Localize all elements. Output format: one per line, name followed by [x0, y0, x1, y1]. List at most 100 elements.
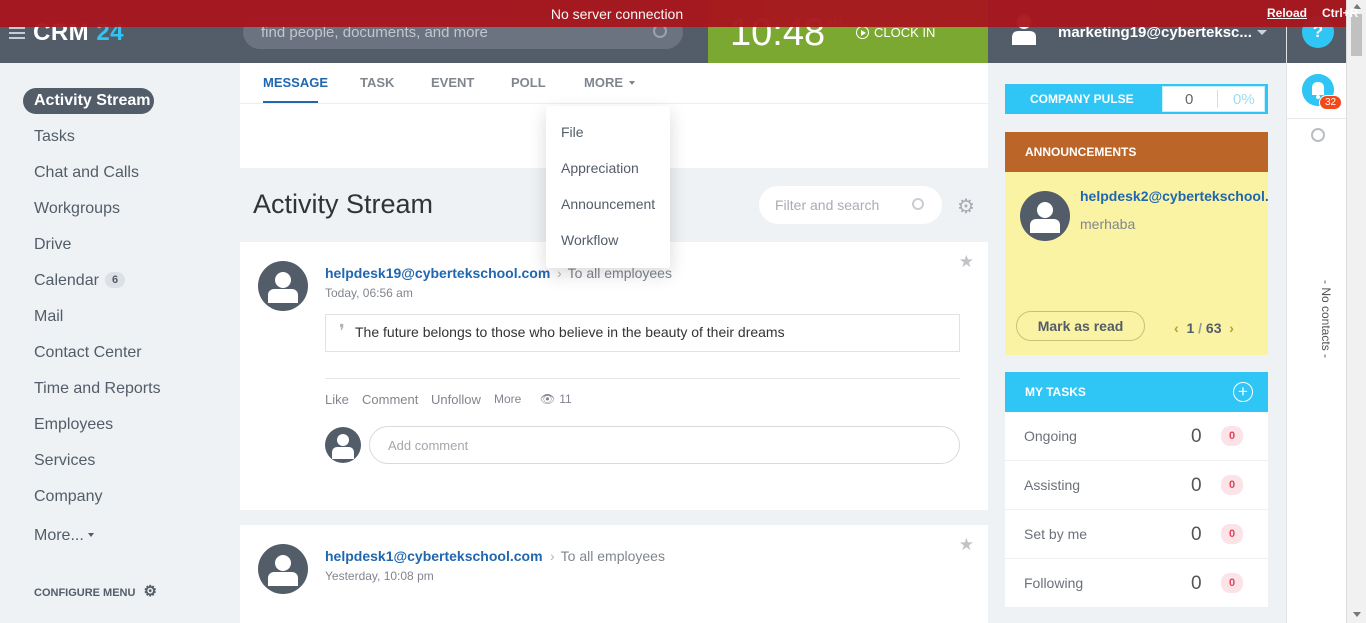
sidebar-item-calendar[interactable]: Calendar 6 — [0, 263, 240, 299]
feed-post: helpdesk1@cybertekschool.com › To all emp… — [240, 525, 988, 623]
task-row-set-by-me[interactable]: Set by me 0 0 — [1005, 510, 1268, 559]
sidebar-item-workgroups[interactable]: Workgroups — [0, 191, 240, 227]
task-label: Set by me — [1024, 526, 1088, 542]
menu-item-file[interactable]: File — [561, 124, 584, 140]
sidebar-item-contact-center[interactable]: Contact Center — [0, 335, 240, 371]
avatar[interactable] — [258, 544, 308, 594]
scrollbar[interactable] — [1346, 0, 1366, 623]
comment-input[interactable]: Add comment — [369, 426, 960, 464]
post-date[interactable]: Yesterday, 10:08 pm — [325, 569, 434, 583]
notification-badge: 32 — [1319, 95, 1343, 110]
avatar[interactable] — [258, 261, 308, 311]
task-count: 0 — [1191, 573, 1202, 594]
star-icon[interactable]: ★ — [959, 535, 974, 555]
page-title: Activity Stream — [253, 189, 434, 219]
divider — [325, 378, 960, 379]
tab-more[interactable]: MORE — [584, 75, 635, 90]
company-pulse[interactable]: COMPANY PULSE 0 0% — [1005, 84, 1268, 114]
announcement-pager: ‹ 1 / 63 › — [1174, 320, 1234, 336]
sidebar-item-mail[interactable]: Mail — [0, 299, 240, 335]
post-recipient[interactable]: › To all employees — [550, 548, 665, 564]
tab-message[interactable]: MESSAGE — [263, 75, 328, 90]
menu-item-appreciation[interactable]: Appreciation — [561, 160, 639, 176]
sidebar-item-label: Company — [34, 488, 103, 505]
chevron-down-icon — [87, 533, 94, 537]
post-text: The future belongs to those who believe … — [355, 324, 785, 340]
chevron-right-icon[interactable]: › — [1229, 320, 1234, 336]
calendar-counter: 6 — [104, 272, 126, 288]
my-tasks-label: MY TASKS — [1025, 385, 1086, 399]
eye-icon: 👁 — [540, 392, 556, 406]
no-contacts-label: - No contacts - — [1319, 280, 1333, 359]
sidebar-item-label: Employees — [34, 416, 114, 433]
task-label: Ongoing — [1024, 428, 1077, 444]
more-button[interactable]: More — [494, 392, 521, 406]
chevron-right-icon: › — [550, 548, 555, 564]
divider — [240, 103, 988, 104]
menu-item-workflow[interactable]: Workflow — [561, 232, 618, 248]
gear-icon[interactable]: ⚙ — [957, 194, 975, 219]
sidebar-item-label: Services — [34, 452, 96, 469]
task-row-assisting[interactable]: Assisting 0 0 — [1005, 461, 1268, 510]
sidebar-item-time-and-reports[interactable]: Time and Reports — [0, 371, 240, 407]
task-label: Following — [1024, 575, 1084, 591]
menu-item-announcement[interactable]: Announcement — [561, 196, 655, 212]
alert-message: No server connection — [550, 6, 684, 22]
avatar[interactable] — [1020, 191, 1070, 241]
scroll-thumb[interactable] — [1351, 14, 1362, 56]
chevron-left-icon[interactable]: ‹ — [1174, 320, 1179, 336]
comment-button[interactable]: Comment — [362, 392, 418, 407]
unfollow-button[interactable]: Unfollow — [431, 392, 481, 407]
reload-link[interactable]: Reload — [1267, 6, 1307, 20]
pulse-value: 0 — [1185, 91, 1194, 108]
configure-menu-label: CONFIGURE MENU — [34, 587, 136, 599]
task-badge: 0 — [1221, 573, 1243, 593]
filter-search-input[interactable]: Filter and search — [759, 186, 942, 224]
active-tab-indicator — [263, 101, 318, 103]
menu-icon[interactable] — [9, 27, 25, 39]
task-badge: 0 — [1221, 426, 1243, 446]
chevron-down-icon[interactable] — [1257, 30, 1267, 35]
tab-more-label: MORE — [584, 75, 623, 90]
scroll-down-icon[interactable] — [1353, 612, 1361, 617]
configure-menu-button[interactable]: CONFIGURE MENU ⚙ — [34, 582, 157, 600]
filter-placeholder: Filter and search — [775, 197, 880, 213]
announcements-widget: ANNOUNCEMENTS helpdesk2@cybertekschool.c… — [1005, 132, 1268, 355]
right-panel: ? 32 - No contacts - — [1286, 0, 1347, 623]
tab-event[interactable]: EVENT — [431, 75, 474, 90]
post-author[interactable]: helpdesk1@cybertekschool.com — [325, 548, 543, 564]
task-row-following[interactable]: Following 0 0 — [1005, 559, 1268, 608]
sidebar-item-drive[interactable]: Drive — [0, 227, 240, 263]
my-tasks-title: MY TASKS + — [1005, 372, 1268, 412]
sidebar-item-label: Activity Stream — [34, 92, 151, 109]
tab-poll[interactable]: POLL — [511, 75, 546, 90]
clock-in-button[interactable]: CLOCK IN — [856, 25, 935, 40]
connection-alert: No server connection Reload Ctrl+R — [0, 0, 1358, 27]
tab-task[interactable]: TASK — [360, 75, 394, 90]
sidebar-item-employees[interactable]: Employees — [0, 407, 240, 443]
sidebar-item-tasks[interactable]: Tasks — [0, 119, 240, 155]
search-icon[interactable] — [1311, 128, 1325, 142]
task-count: 0 — [1191, 524, 1202, 545]
post-author[interactable]: helpdesk19@cybertekschool.com — [325, 265, 550, 281]
sidebar-item-company[interactable]: Company — [0, 479, 240, 515]
add-task-icon[interactable]: + — [1233, 382, 1253, 402]
clock-in-label: CLOCK IN — [874, 25, 936, 40]
task-row-ongoing[interactable]: Ongoing 0 0 — [1005, 412, 1268, 461]
sidebar-item-chat-and-calls[interactable]: Chat and Calls — [0, 155, 240, 191]
page-current: 1 — [1186, 320, 1195, 336]
announcement-author[interactable]: helpdesk2@cybertekschool.com — [1080, 188, 1268, 204]
sidebar-item-label: Workgroups — [34, 200, 120, 217]
task-count: 0 — [1191, 426, 1202, 447]
star-icon[interactable]: ★ — [959, 252, 974, 272]
sidebar-item-activity-stream[interactable]: Activity Stream — [23, 88, 154, 114]
mark-as-read-button[interactable]: Mark as read — [1016, 311, 1145, 341]
sidebar-item-more[interactable]: More... — [0, 518, 240, 554]
quote-icon: ❜ — [339, 321, 345, 341]
like-button[interactable]: Like — [325, 392, 349, 407]
avatar — [325, 427, 361, 463]
sidebar-item-services[interactable]: Services — [0, 443, 240, 479]
post-date[interactable]: Today, 06:56 am — [325, 286, 413, 300]
sidebar-item-label: More... — [34, 527, 84, 544]
sidebar-item-label: Mail — [34, 308, 64, 325]
